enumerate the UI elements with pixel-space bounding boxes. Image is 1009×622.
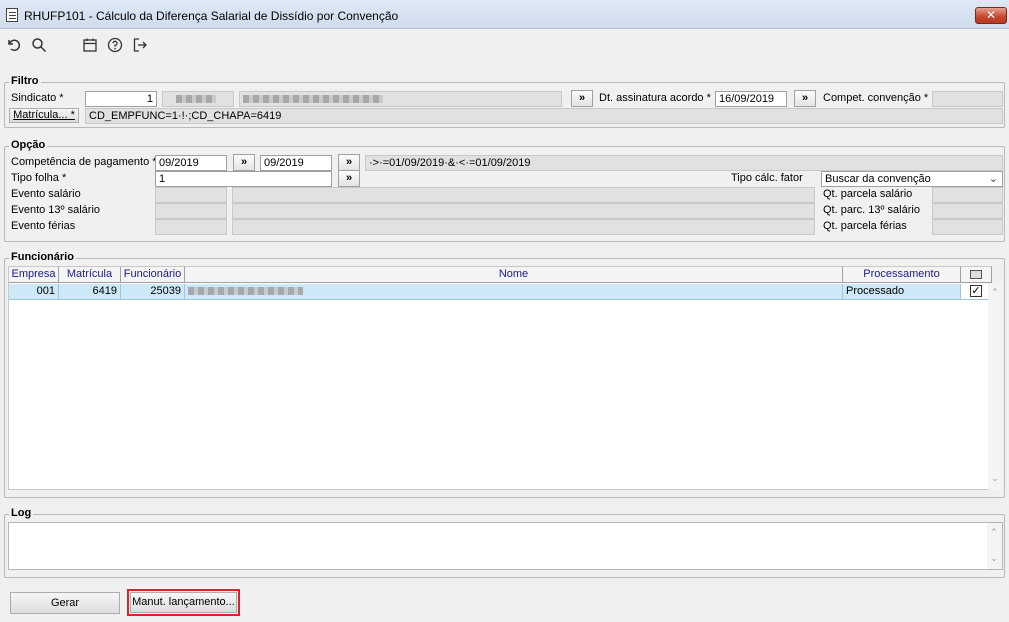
tipo-calc-fator-value: Buscar da convenção: [825, 173, 931, 185]
qt-parcela-ferias-label: Qt. parcela férias: [823, 220, 907, 232]
tipo-folha-label: Tipo folha *: [11, 172, 67, 184]
scroll-up-icon[interactable]: ⌃: [989, 287, 1001, 298]
manut-lancamento-button[interactable]: Manut. lançamento...: [130, 592, 237, 613]
undo-icon[interactable]: [5, 37, 23, 55]
calendar-icon[interactable]: [81, 37, 99, 55]
column-header-nome[interactable]: Nome: [185, 267, 843, 283]
search-icon[interactable]: [30, 37, 48, 55]
competencia-to-lookup-button[interactable]: »: [338, 154, 360, 171]
column-header-funcionario[interactable]: Funcionário: [121, 267, 185, 283]
funcionario-grid: Empresa Matrícula Funcionário Nome Proce…: [8, 266, 992, 490]
qt-parc-13-field: [932, 203, 1003, 219]
evento-13-code: [155, 203, 227, 219]
competencia-from-input[interactable]: 09/2019: [155, 155, 227, 171]
competencia-label: Competência de pagamento *: [11, 156, 157, 168]
compet-convencao-label: Compet. convenção *: [823, 92, 929, 104]
sindicato-lookup-button[interactable]: »: [571, 90, 593, 107]
filtro-title: Filtro: [9, 75, 41, 87]
select-all-checkbox-icon: [970, 270, 982, 279]
evento-salario-desc: [232, 187, 815, 203]
evento-ferias-label: Evento férias: [11, 220, 76, 232]
competencia-expression-field: ·>·=01/09/2019·&·<·=01/09/2019: [365, 155, 1003, 171]
scroll-down-icon[interactable]: ⌄: [988, 553, 1000, 564]
matricula-filter-field: CD_EMPFUNC=1·!·;CD_CHAPA=6419: [85, 108, 1003, 124]
exit-icon[interactable]: [131, 37, 149, 55]
cell-matricula: 6419: [59, 284, 121, 300]
column-header-empresa[interactable]: Empresa: [9, 267, 59, 283]
checkbox-checked-icon[interactable]: ✓: [970, 285, 982, 297]
cell-nome-redacted: [188, 287, 303, 295]
sindicato-name-field: [239, 91, 562, 107]
cell-processamento: Processado: [843, 284, 961, 300]
evento-salario-label: Evento salário: [11, 188, 81, 200]
scroll-up-icon[interactable]: ⌃: [988, 527, 1000, 538]
qt-parcela-ferias-field: [932, 219, 1003, 235]
evento-13-label: Evento 13º salário: [11, 204, 101, 216]
log-title: Log: [9, 507, 34, 519]
opcao-title: Opção: [9, 139, 48, 151]
chevron-down-icon: ⌄: [988, 173, 998, 185]
document-icon: [6, 8, 18, 22]
dt-assinatura-lookup-button[interactable]: »: [794, 90, 816, 107]
cell-nome: [185, 284, 843, 300]
grid-scrollbar[interactable]: ⌃ ⌄: [988, 283, 1002, 490]
sindicato-code-field: [162, 91, 234, 107]
close-button[interactable]: ✕: [975, 7, 1007, 24]
dt-assinatura-label: Dt. assinatura acordo *: [599, 92, 711, 104]
dt-assinatura-input[interactable]: 16/09/2019: [715, 91, 787, 107]
cell-empresa: 001: [9, 284, 59, 300]
matricula-button[interactable]: Matrícula... *: [9, 108, 79, 123]
competencia-from-lookup-button[interactable]: »: [233, 154, 255, 171]
window-title: RHUFP101 - Cálculo da Diferença Salarial…: [24, 9, 399, 23]
select-all-checkbox-header[interactable]: [961, 267, 992, 283]
tipo-calc-fator-label: Tipo cálc. fator: [731, 172, 803, 184]
qt-parcela-salario-label: Qt. parcela salário: [823, 188, 913, 200]
funcionario-title: Funcionário: [9, 251, 76, 263]
evento-salario-code: [155, 187, 227, 203]
tipo-calc-fator-select[interactable]: Buscar da convenção ⌄: [821, 171, 1003, 187]
tipo-folha-input[interactable]: 1: [155, 171, 332, 187]
log-scrollbar[interactable]: ⌃ ⌄: [987, 523, 1002, 569]
toolbar: [0, 30, 1009, 62]
log-textarea[interactable]: [8, 522, 1003, 570]
tipo-folha-lookup-button[interactable]: »: [338, 170, 360, 187]
scroll-down-icon[interactable]: ⌄: [989, 473, 1001, 484]
title-bar: RHUFP101 - Cálculo da Diferença Salarial…: [0, 0, 1009, 29]
column-header-processamento[interactable]: Processamento: [843, 267, 961, 283]
evento-13-desc: [232, 203, 815, 219]
competencia-to-input[interactable]: 09/2019: [260, 155, 332, 171]
cell-funcionario: 25039: [121, 284, 185, 300]
sindicato-input[interactable]: 1: [85, 91, 157, 107]
gerar-button[interactable]: Gerar: [10, 592, 120, 614]
evento-ferias-code: [155, 219, 227, 235]
evento-ferias-desc: [232, 219, 815, 235]
column-header-matricula[interactable]: Matrícula: [59, 267, 121, 283]
help-icon[interactable]: [106, 37, 124, 55]
qt-parcela-salario-field: [932, 187, 1003, 203]
compet-convencao-field: [932, 91, 1003, 107]
sindicato-label: Sindicato *: [11, 92, 64, 104]
qt-parc-13-label: Qt. parc. 13º salário: [823, 204, 920, 216]
